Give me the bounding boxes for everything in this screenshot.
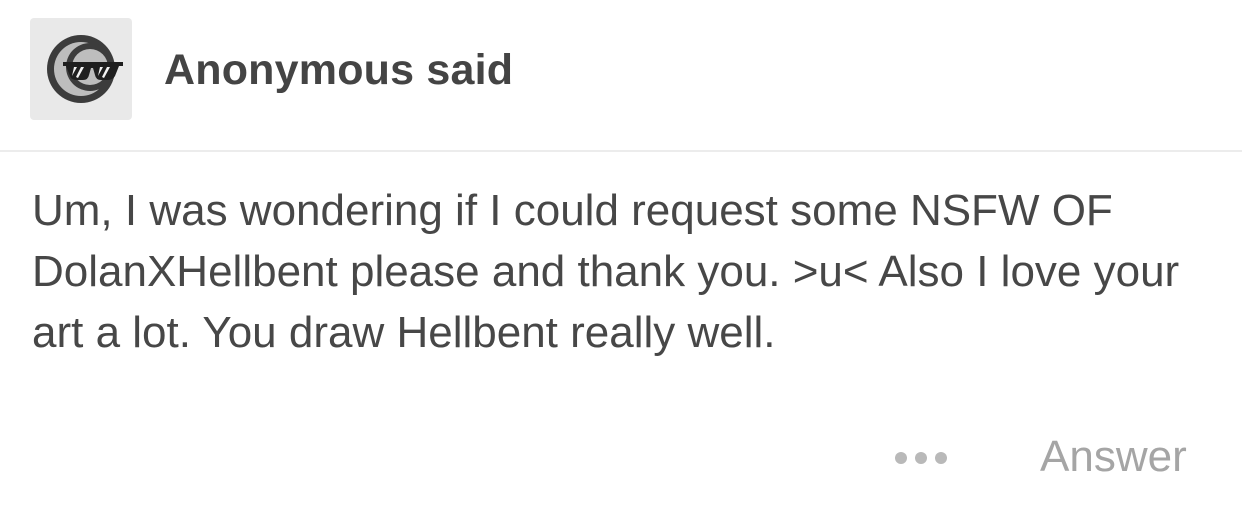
more-options-button[interactable] <box>884 434 958 482</box>
ellipsis-icon <box>915 452 927 464</box>
answer-button[interactable]: Answer <box>1040 432 1187 482</box>
ask-header: Anonymous said <box>0 0 1242 150</box>
ellipsis-icon <box>935 452 947 464</box>
anonymous-sunglasses-icon <box>47 35 123 103</box>
ask-footer: Answer <box>0 420 1242 500</box>
header-divider <box>0 150 1242 152</box>
ellipsis-icon <box>895 452 907 464</box>
asker-name: Anonymous said <box>164 46 514 94</box>
avatar[interactable] <box>30 18 132 120</box>
ask-card: Anonymous said Um, I was wondering if I … <box>0 0 1242 507</box>
question-text: Um, I was wondering if I could request s… <box>32 186 1180 357</box>
